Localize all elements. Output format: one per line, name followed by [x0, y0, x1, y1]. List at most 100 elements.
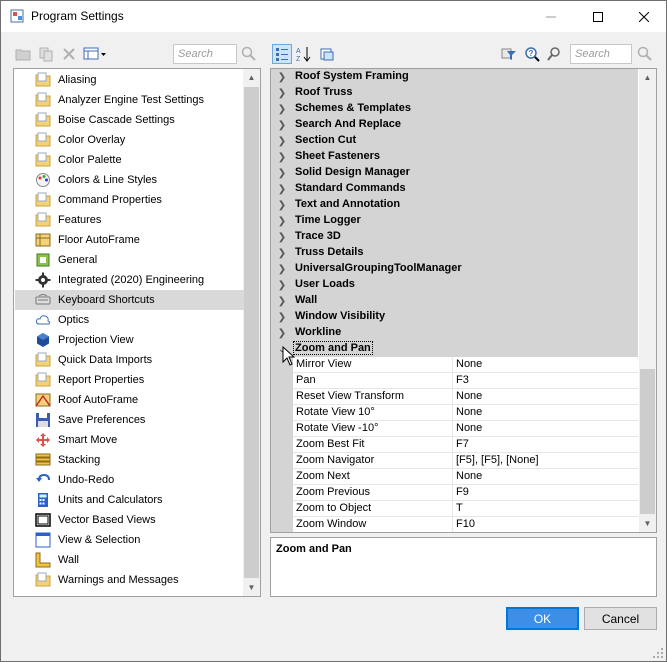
tree-item[interactable]: Units and Calculators	[15, 490, 244, 510]
tree-search-input[interactable]: Search	[173, 44, 237, 64]
chevron-right-icon[interactable]: ❯	[271, 117, 293, 133]
delete-icon[interactable]	[61, 46, 77, 62]
chevron-right-icon[interactable]: ❯	[271, 165, 293, 181]
find-icon[interactable]	[547, 46, 563, 62]
chevron-right-icon[interactable]: ❯	[271, 261, 293, 277]
category-row[interactable]: ❯ Time Logger	[271, 213, 638, 229]
category-row[interactable]: ❯ Text and Annotation	[271, 197, 638, 213]
property-scrollbar[interactable]: ▲ ▼	[639, 69, 656, 532]
tree-item[interactable]: General	[15, 250, 244, 270]
chevron-right-icon[interactable]: ❯	[271, 85, 293, 101]
property-value[interactable]: [F5], [F5], [None]	[453, 453, 638, 469]
tree-item[interactable]: Projection View	[15, 330, 244, 350]
tree-item[interactable]: Command Properties	[15, 190, 244, 210]
category-row[interactable]: ❯ Schemes & Templates	[271, 101, 638, 117]
tree-item[interactable]: Undo-Redo	[15, 470, 244, 490]
property-value[interactable]: None	[453, 421, 638, 437]
property-row[interactable]: Zoom Next None	[271, 469, 638, 485]
category-row[interactable]: ❯ Section Cut	[271, 133, 638, 149]
tree-item[interactable]: Integrated (2020) Engineering	[15, 270, 244, 290]
property-search-input[interactable]: Search	[570, 44, 632, 64]
chevron-right-icon[interactable]: ❯	[271, 181, 293, 197]
tree-item[interactable]: Quick Data Imports	[15, 350, 244, 370]
ok-button[interactable]: OK	[506, 607, 579, 630]
property-row[interactable]: Reset View Transform None	[271, 389, 638, 405]
tree-item[interactable]: Stacking	[15, 450, 244, 470]
tree-item[interactable]: Colors & Line Styles	[15, 170, 244, 190]
chevron-right-icon[interactable]: ❯	[271, 133, 293, 149]
property-row[interactable]: Zoom Window F10	[271, 517, 638, 532]
chevron-right-icon[interactable]: ❯	[271, 101, 293, 117]
tree-item[interactable]: Roof AutoFrame	[15, 390, 244, 410]
settings-tree[interactable]: ▲ ▼ Aliasing Analyzer Engine Test Setting…	[13, 68, 261, 597]
property-name[interactable]: Rotate View 10°	[293, 405, 453, 421]
category-row[interactable]: ❯ UniversalGroupingToolManager	[271, 261, 638, 277]
tree-item[interactable]: Aliasing	[15, 70, 244, 90]
property-row[interactable]: Mirror View None	[271, 357, 638, 373]
property-name[interactable]: Zoom Window	[293, 517, 453, 532]
scroll-down-icon[interactable]: ▼	[243, 579, 260, 596]
scroll-up-icon[interactable]: ▲	[639, 69, 656, 86]
property-name[interactable]: Zoom Navigator	[293, 453, 453, 469]
copy-icon[interactable]	[38, 46, 54, 62]
property-pages-icon[interactable]	[319, 46, 335, 62]
property-scroll-thumb[interactable]	[640, 369, 655, 514]
tree-scroll-thumb[interactable]	[244, 87, 259, 578]
property-row[interactable]: Pan F3	[271, 373, 638, 389]
category-row[interactable]: ❯ Window Visibility	[271, 309, 638, 325]
alphabetical-sort-icon[interactable]: A Z	[295, 46, 311, 62]
category-row[interactable]: ❯ Workline	[271, 325, 638, 341]
property-row[interactable]: Rotate View -10° None	[271, 421, 638, 437]
category-row[interactable]: ❯ Roof System Framing	[271, 69, 638, 85]
close-button[interactable]	[621, 1, 667, 32]
property-name[interactable]: Zoom to Object	[293, 501, 453, 517]
search-icon[interactable]	[637, 46, 653, 62]
category-row[interactable]: ❯ Roof Truss	[271, 85, 638, 101]
tree-item[interactable]: Report Properties	[15, 370, 244, 390]
property-value[interactable]: None	[453, 405, 638, 421]
tree-item[interactable]: Save Preferences	[15, 410, 244, 430]
property-name[interactable]: Rotate View -10°	[293, 421, 453, 437]
property-name[interactable]: Pan	[293, 373, 453, 389]
property-name[interactable]: Mirror View	[293, 357, 453, 373]
tree-item[interactable]: Keyboard Shortcuts	[15, 290, 244, 310]
property-value[interactable]: None	[453, 389, 638, 405]
chevron-right-icon[interactable]: ❯	[271, 245, 293, 261]
property-row[interactable]: Rotate View 10° None	[271, 405, 638, 421]
category-row[interactable]: ❯ Trace 3D	[271, 229, 638, 245]
property-value[interactable]: T	[453, 501, 638, 517]
chevron-right-icon[interactable]: ❯	[271, 229, 293, 245]
tree-item[interactable]: View & Selection	[15, 530, 244, 550]
chevron-right-icon[interactable]: ❯	[271, 309, 293, 325]
category-row[interactable]: ❯ Standard Commands	[271, 181, 638, 197]
property-row[interactable]: Zoom Previous F9	[271, 485, 638, 501]
category-row[interactable]: ❯ User Loads	[271, 277, 638, 293]
category-row[interactable]: ❯ Solid Design Manager	[271, 165, 638, 181]
chevron-right-icon[interactable]: ❯	[271, 69, 293, 85]
chevron-right-icon[interactable]: ❯	[271, 293, 293, 309]
property-value[interactable]: F3	[453, 373, 638, 389]
chevron-right-icon[interactable]: ❯	[271, 213, 293, 229]
property-name[interactable]: Zoom Best Fit	[293, 437, 453, 453]
view-options-icon[interactable]	[83, 46, 107, 62]
tree-item[interactable]: Floor AutoFrame	[15, 230, 244, 250]
property-name[interactable]: Zoom Next	[293, 469, 453, 485]
categorized-view-icon[interactable]	[272, 44, 292, 64]
tree-item[interactable]: Analyzer Engine Test Settings	[15, 90, 244, 110]
property-value[interactable]: F7	[453, 437, 638, 453]
property-value[interactable]: F10	[453, 517, 638, 532]
cancel-button[interactable]: Cancel	[584, 607, 657, 630]
category-row[interactable]: ❯ Sheet Fasteners	[271, 149, 638, 165]
category-row[interactable]: ❯ Wall	[271, 293, 638, 309]
search-icon[interactable]	[241, 46, 257, 62]
property-value[interactable]: None	[453, 357, 638, 373]
property-row[interactable]: Zoom to Object T	[271, 501, 638, 517]
filter-icon[interactable]	[501, 46, 517, 62]
chevron-right-icon[interactable]: ❯	[271, 197, 293, 213]
category-row[interactable]: ❯ Truss Details	[271, 245, 638, 261]
maximize-button[interactable]	[575, 1, 621, 32]
chevron-right-icon[interactable]: ❯	[271, 277, 293, 293]
tree-item[interactable]: Vector Based Views	[15, 510, 244, 530]
category-row[interactable]: ❯ Search And Replace	[271, 117, 638, 133]
tree-item[interactable]: Smart Move	[15, 430, 244, 450]
